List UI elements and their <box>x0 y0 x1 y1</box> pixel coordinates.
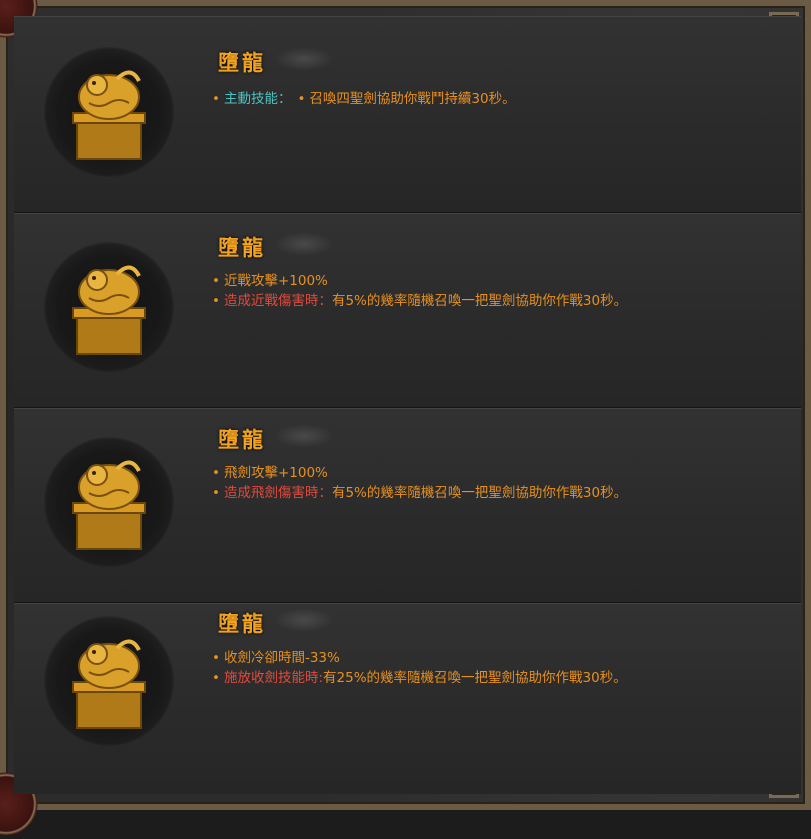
item-name: 墮龍 <box>218 428 266 452</box>
trigger-effect-text: 有5%的幾率隨機召喚一把聖劍協助你作戰30秒。 <box>331 485 628 501</box>
golden-dragon-seal-icon <box>44 242 174 372</box>
trigger-line: • 造成飛劍傷害時：有5%的幾率隨機召喚一把聖劍協助你作戰30秒。 <box>212 481 627 501</box>
golden-dragon-seal-icon <box>44 47 174 177</box>
bullet-icon: • <box>212 293 220 309</box>
skill-effect-text: 召喚四聖劍協助你戰鬥持續30秒。 <box>309 91 516 107</box>
tooltip-frame: 墮龍 • 主動技能： • 召喚四聖劍協助你戰鬥持續30秒。 墮龍 • 近戰攻擊+100%… <box>0 0 811 839</box>
bullet-icon: • <box>212 485 220 501</box>
trigger-effect-text: 有25%的幾率隨機召喚一把聖劍協助你作戰30秒。 <box>323 670 627 686</box>
item-name-suffix-blurred <box>274 608 334 632</box>
stat-text: 收劍冷卻時間-33% <box>223 650 340 666</box>
stat-line: • 近戰攻擊+100% <box>212 269 328 289</box>
stat-line: • 收劍冷卻時間-33% <box>212 646 340 666</box>
trigger-label: 造成近戰傷害時： <box>223 293 332 309</box>
item-name: 墮龍 <box>218 51 266 75</box>
bullet-icon: • <box>212 650 220 666</box>
golden-dragon-seal-icon <box>44 437 174 567</box>
trigger-line: • 造成近戰傷害時：有5%的幾率隨機召喚一把聖劍協助你作戰30秒。 <box>212 289 627 309</box>
stat-text: 近戰攻擊+100% <box>223 273 328 289</box>
stat-text: 飛劍攻擊+100% <box>223 465 328 481</box>
bullet-icon: • <box>212 465 220 481</box>
bullet-icon: • <box>212 91 220 107</box>
item-panel: 墮龍 • 主動技能： • 召喚四聖劍協助你戰鬥持續30秒。 <box>14 16 801 214</box>
item-panel: 墮龍 • 收劍冷卻時間-33% • 施放收劍技能時:有25%的幾率隨機召喚一把聖劍協… <box>14 603 801 794</box>
item-name: 墮龍 <box>218 612 266 636</box>
golden-dragon-seal-icon <box>44 616 174 746</box>
item-panel: 墮龍 • 近戰攻擊+100% • 造成近戰傷害時：有5%的幾率隨機召喚一把聖劍協助你… <box>14 213 801 409</box>
item-name-suffix-blurred <box>274 47 334 71</box>
trigger-effect-text: 有5%的幾率隨機召喚一把聖劍協助你作戰30秒。 <box>331 293 628 309</box>
trigger-label: 施放收劍技能時: <box>223 670 324 686</box>
bullet-icon: • <box>297 91 306 107</box>
stat-line: • 飛劍攻擊+100% <box>212 461 328 481</box>
item-panel: 墮龍 • 飛劍攻擊+100% • 造成飛劍傷害時：有5%的幾率隨機召喚一把聖劍協助你… <box>14 408 801 604</box>
item-name-suffix-blurred <box>274 424 334 448</box>
bullet-icon: • <box>212 273 220 289</box>
trigger-line: • 施放收劍技能時:有25%的幾率隨機召喚一把聖劍協助你作戰30秒。 <box>212 666 627 686</box>
active-skill-label: 主動技能： <box>223 91 292 107</box>
trigger-label: 造成飛劍傷害時： <box>223 485 332 501</box>
item-name: 墮龍 <box>218 236 266 260</box>
skill-line: • 主動技能： • 召喚四聖劍協助你戰鬥持續30秒。 <box>212 87 516 107</box>
item-name-suffix-blurred <box>274 232 334 256</box>
bullet-icon: • <box>212 670 220 686</box>
